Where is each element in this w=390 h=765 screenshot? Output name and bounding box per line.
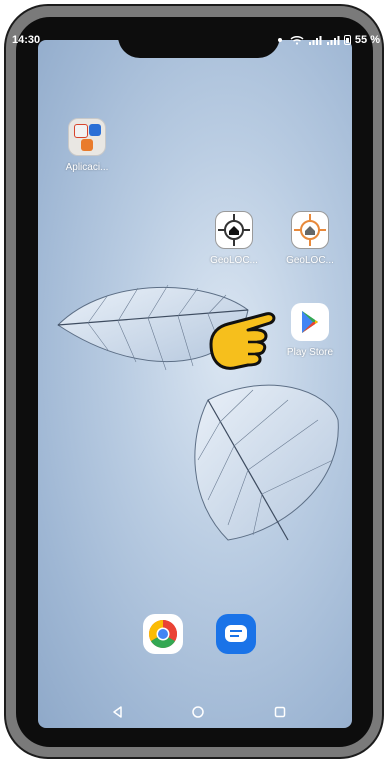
app-geoloc-1[interactable]: GeoLOC... — [199, 211, 269, 266]
chrome-app[interactable] — [143, 614, 183, 654]
geoloc-icon — [215, 211, 253, 249]
pointing-hand-icon — [209, 312, 276, 370]
app-label: GeoLOC... — [210, 255, 258, 266]
status-time: 14:30 — [12, 34, 41, 46]
recents-icon — [274, 706, 286, 718]
home-icon — [192, 706, 204, 718]
status-icons: 55 % — [277, 34, 380, 46]
signal-icon — [308, 36, 322, 45]
app-label: GeoLOC... — [286, 255, 334, 266]
app-aplicaciones[interactable]: Aplicaci... — [52, 118, 122, 173]
signal-icon-2 — [326, 36, 340, 45]
home-button[interactable] — [188, 702, 208, 722]
battery-percent: 55 % — [354, 34, 380, 46]
messages-icon — [225, 625, 247, 642]
back-button[interactable] — [108, 702, 128, 722]
play-store-icon — [291, 303, 329, 341]
notification-dot-icon — [277, 38, 282, 42]
app-geoloc-2[interactable]: GeoLOC... — [275, 211, 345, 266]
back-icon — [113, 706, 122, 718]
folder-icon — [68, 118, 106, 156]
wifi-icon — [290, 36, 304, 45]
messages-app[interactable] — [216, 614, 256, 654]
status-bar: 14:30 55 % — [0, 0, 390, 46]
battery-icon — [343, 35, 351, 45]
geoloc-icon — [291, 211, 329, 249]
chrome-icon — [149, 620, 177, 648]
app-label: Aplicaci... — [65, 162, 109, 173]
recents-button[interactable] — [270, 702, 290, 722]
